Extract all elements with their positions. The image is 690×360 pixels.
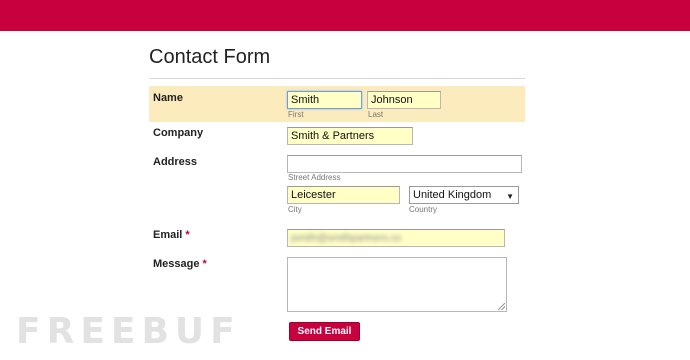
city-input[interactable]: Leicester bbox=[287, 186, 400, 204]
address-label: Address bbox=[153, 156, 198, 168]
freebuf-watermark-logo: FREEBUF bbox=[16, 311, 241, 352]
resize-handle-icon[interactable] bbox=[498, 303, 505, 310]
country-select[interactable]: United Kingdom ▼ bbox=[409, 186, 519, 204]
country-select-value: United Kingdom bbox=[413, 189, 492, 201]
email-input[interactable]: jsmith@smithpartners.co bbox=[287, 229, 505, 247]
dropdown-arrow-icon: ▼ bbox=[506, 192, 514, 201]
city-sublabel: City bbox=[288, 205, 302, 214]
title-divider bbox=[149, 78, 525, 79]
last-name-input[interactable]: Johnson bbox=[367, 91, 441, 109]
company-label: Company bbox=[153, 127, 204, 139]
message-label: Message * bbox=[153, 258, 207, 270]
street-address-input[interactable] bbox=[287, 155, 522, 173]
email-label: Email * bbox=[153, 229, 190, 241]
name-label: Name bbox=[153, 92, 183, 104]
send-email-button[interactable]: Send Email bbox=[289, 322, 360, 341]
company-input[interactable]: Smith & Partners bbox=[287, 127, 413, 145]
email-value-blurred: jsmith@smithpartners.co bbox=[291, 233, 402, 244]
first-name-input[interactable]: Smith bbox=[287, 91, 362, 109]
required-marker: * bbox=[202, 258, 207, 270]
last-name-sublabel: Last bbox=[368, 110, 384, 119]
country-sublabel: Country bbox=[409, 205, 438, 214]
top-banner bbox=[0, 0, 690, 31]
message-textarea[interactable] bbox=[287, 257, 507, 312]
page-title: Contact Form bbox=[149, 46, 271, 68]
first-name-sublabel: First bbox=[288, 110, 304, 119]
street-address-sublabel: Street Address bbox=[288, 173, 341, 182]
required-marker: * bbox=[185, 229, 190, 241]
